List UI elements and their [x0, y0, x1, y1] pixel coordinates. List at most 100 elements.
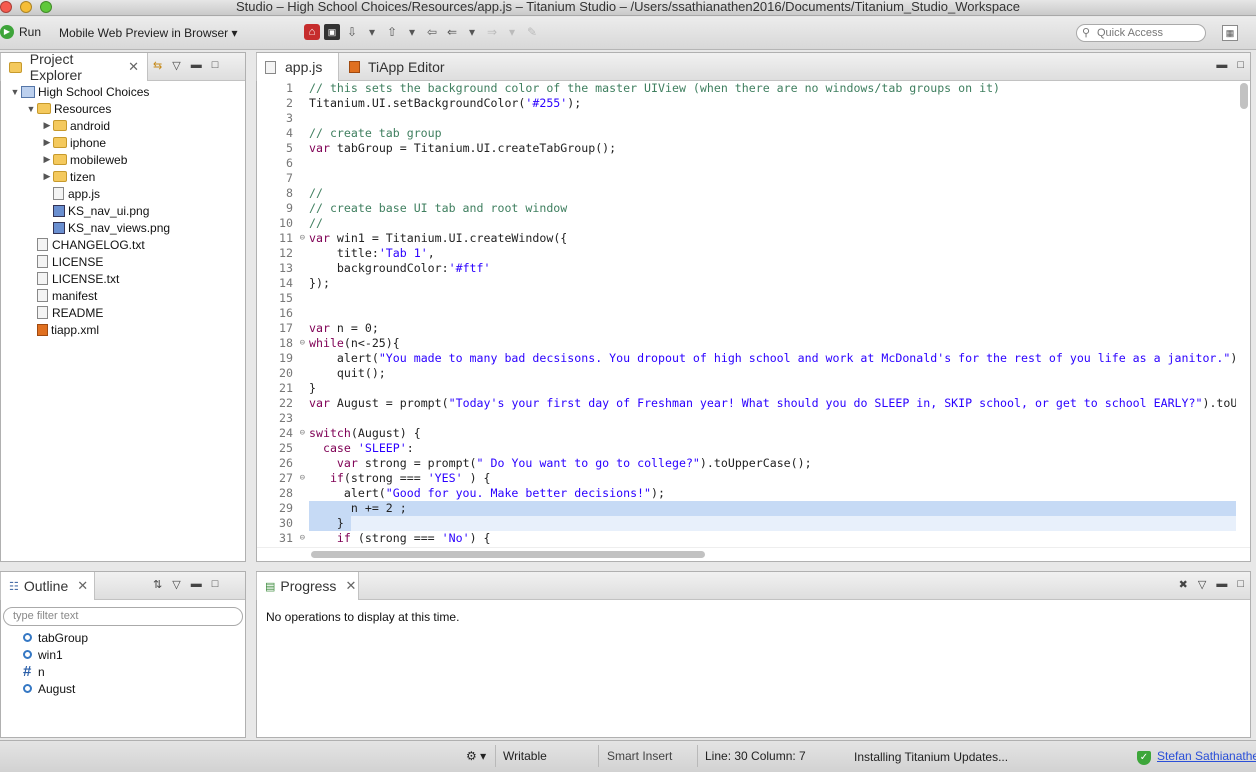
- tree-item[interactable]: LICENSE: [1, 253, 245, 270]
- vertical-scrollbar[interactable]: [1240, 83, 1248, 109]
- fold-toggle-icon[interactable]: ⊖: [300, 531, 305, 546]
- chevron-down-icon[interactable]: ▾: [464, 24, 480, 40]
- view-menu-icon[interactable]: ▽: [172, 578, 180, 591]
- pin-editor-icon[interactable]: ✎: [524, 24, 540, 40]
- chevron-down-icon[interactable]: ▼: [9, 87, 21, 97]
- code-line[interactable]: title:'Tab 1',: [309, 246, 1236, 261]
- minimize-icon[interactable]: ▬: [191, 578, 202, 591]
- remove-all-icon[interactable]: ✖: [1179, 578, 1188, 591]
- code-line[interactable]: }: [309, 516, 1236, 531]
- terminal-icon[interactable]: ▣: [324, 24, 340, 40]
- tree-item[interactable]: README: [1, 304, 245, 321]
- sort-icon[interactable]: ⇅: [153, 578, 162, 591]
- tree-item[interactable]: ▼ Resources: [1, 100, 245, 117]
- code-line[interactable]: [309, 291, 1236, 306]
- forward-icon[interactable]: ⇒: [484, 24, 500, 40]
- code-line[interactable]: if (strong === 'No') {: [309, 531, 1236, 546]
- tree-item[interactable]: ▼ High School Choices: [1, 83, 245, 100]
- code-line[interactable]: // create tab group: [309, 126, 1236, 141]
- code-line[interactable]: alert("Good for you. Make better decisio…: [309, 486, 1236, 501]
- code-line[interactable]: var n = 0;: [309, 321, 1236, 336]
- outline-item[interactable]: # n: [23, 663, 88, 680]
- tab-outline[interactable]: ☷ Outline ✕: [0, 572, 95, 600]
- close-icon[interactable]: ✕: [345, 578, 356, 594]
- outline-item[interactable]: August: [23, 680, 88, 697]
- fold-toggle-icon[interactable]: ⊖: [300, 471, 305, 486]
- close-icon[interactable]: ✕: [128, 59, 139, 75]
- tree-item[interactable]: ▶ iphone: [1, 134, 245, 151]
- updates-status[interactable]: Installing Titanium Updates...: [854, 750, 1008, 764]
- minimize-icon[interactable]: ▬: [1216, 59, 1227, 71]
- tree-item[interactable]: app.js: [1, 185, 245, 202]
- close-icon[interactable]: ✕: [77, 578, 88, 594]
- code-line[interactable]: // create base UI tab and root window: [309, 201, 1236, 216]
- maximize-icon[interactable]: □: [212, 59, 219, 72]
- tree-item[interactable]: CHANGELOG.txt: [1, 236, 245, 253]
- code-line[interactable]: [309, 156, 1236, 171]
- code-line[interactable]: quit();: [309, 366, 1236, 381]
- chevron-right-icon[interactable]: ▶: [41, 154, 53, 165]
- outline-item[interactable]: tabGroup: [23, 629, 88, 646]
- tree-item[interactable]: KS_nav_views.png: [1, 219, 245, 236]
- fold-toggle-icon[interactable]: ⊖: [300, 336, 305, 351]
- user-name-link[interactable]: Stefan Sathianathen: [1157, 749, 1256, 763]
- back-icon[interactable]: ⇐: [444, 24, 460, 40]
- code-line[interactable]: while(n<-25){: [309, 336, 1236, 351]
- minimize-icon[interactable]: ▬: [191, 59, 202, 72]
- tab-project-explorer[interactable]: Project Explorer ✕: [0, 51, 148, 83]
- gear-icon[interactable]: ⚙ ▾: [466, 749, 486, 763]
- last-edit-location-icon[interactable]: ⇦: [424, 24, 440, 40]
- fold-toggle-icon[interactable]: ⊖: [300, 231, 305, 246]
- tab-tiapp-editor[interactable]: TiApp Editor: [341, 53, 461, 81]
- tree-item[interactable]: LICENSE.txt: [1, 270, 245, 287]
- maximize-icon[interactable]: □: [1237, 59, 1244, 71]
- tree-item[interactable]: tiapp.xml: [1, 321, 245, 338]
- code-area[interactable]: // this sets the background color of the…: [309, 81, 1236, 546]
- code-line[interactable]: var strong = prompt(" Do You want to go …: [309, 456, 1236, 471]
- tree-item[interactable]: ▶ mobileweb: [1, 151, 245, 168]
- outline-filter-input[interactable]: type filter text: [3, 607, 243, 626]
- code-line[interactable]: if(strong === 'YES' ) {: [309, 471, 1236, 486]
- dashboard-icon[interactable]: ⌂: [304, 24, 320, 40]
- maximize-icon[interactable]: □: [1237, 578, 1244, 591]
- tree-item[interactable]: manifest: [1, 287, 245, 304]
- maximize-icon[interactable]: □: [212, 578, 219, 591]
- chevron-right-icon[interactable]: ▶: [41, 120, 53, 131]
- code-line[interactable]: var tabGroup = Titanium.UI.createTabGrou…: [309, 141, 1236, 156]
- chevron-right-icon[interactable]: ▶: [41, 171, 53, 182]
- chevron-down-icon[interactable]: ▾: [364, 24, 380, 40]
- code-line[interactable]: [309, 171, 1236, 186]
- code-line[interactable]: [309, 111, 1236, 126]
- code-line[interactable]: var win1 = Titanium.UI.createWindow({: [309, 231, 1236, 246]
- tab-progress[interactable]: ▤ Progress ✕: [256, 572, 359, 600]
- quick-access-input[interactable]: ⚲ Quick Access: [1076, 24, 1206, 42]
- chevron-down-icon[interactable]: ▾: [404, 24, 420, 40]
- code-line[interactable]: backgroundColor:'#ftf': [309, 261, 1236, 276]
- horizontal-scrollbar[interactable]: [311, 551, 705, 558]
- chevron-down-icon[interactable]: ▾: [504, 24, 520, 40]
- code-line[interactable]: Titanium.UI.setBackgroundColor('#255');: [309, 96, 1236, 111]
- view-menu-icon[interactable]: ▽: [1198, 578, 1206, 591]
- code-line[interactable]: n += 2 ;: [309, 501, 1236, 516]
- tree-item[interactable]: KS_nav_ui.png: [1, 202, 245, 219]
- chevron-down-icon[interactable]: ▼: [25, 104, 37, 114]
- user-account[interactable]: ✓ Stefan Sathianathen: [1137, 749, 1256, 765]
- tab-app-js[interactable]: app.js: [256, 53, 339, 81]
- code-line[interactable]: //: [309, 216, 1236, 231]
- next-annotation-icon[interactable]: ⇩: [344, 24, 360, 40]
- link-with-editor-icon[interactable]: ⇆: [153, 59, 162, 72]
- code-line[interactable]: alert("You made to many bad decsisons. Y…: [309, 351, 1236, 366]
- open-perspective-icon[interactable]: ▦: [1222, 25, 1238, 41]
- code-line[interactable]: }: [309, 381, 1236, 396]
- view-menu-icon[interactable]: ▽: [172, 59, 180, 72]
- code-line[interactable]: //: [309, 186, 1236, 201]
- outline-item[interactable]: win1: [23, 646, 88, 663]
- code-line[interactable]: [309, 306, 1236, 321]
- tree-item[interactable]: ▶ android: [1, 117, 245, 134]
- code-line[interactable]: var August = prompt("Today's your first …: [309, 396, 1236, 411]
- code-editor[interactable]: 1 2 3 4 5 6 7 8 9 10 11 ⊖ 12 13 14 15 16 17 18 ⊖ 19 20 21 22 23 2…: [257, 81, 1250, 561]
- run-button[interactable]: ▶ Run: [0, 25, 41, 39]
- code-line[interactable]: });: [309, 276, 1236, 291]
- code-line[interactable]: // this sets the background color of the…: [309, 81, 1236, 96]
- code-line[interactable]: [309, 411, 1236, 426]
